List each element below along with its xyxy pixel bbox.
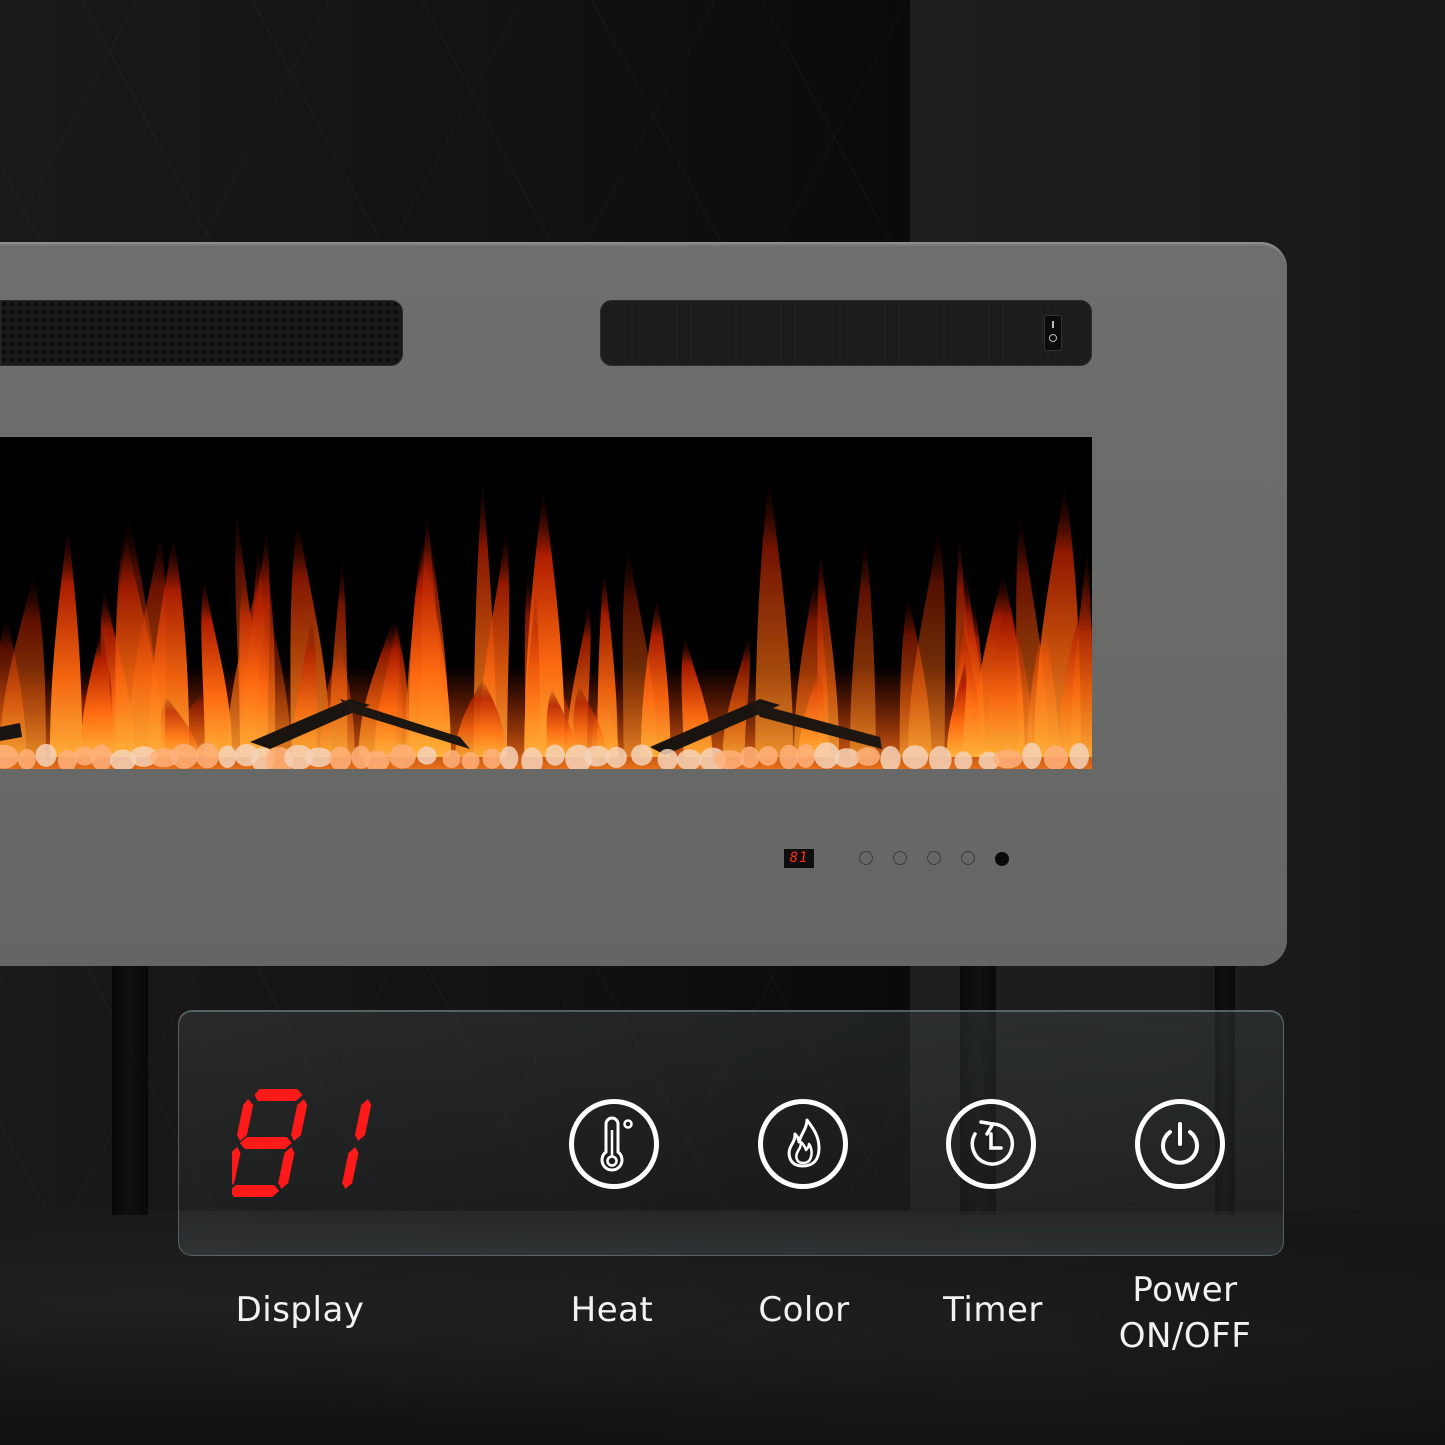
white-stone <box>993 749 1023 769</box>
segment-d <box>232 1185 280 1197</box>
segment-c <box>278 1147 295 1189</box>
white-stone <box>856 747 881 766</box>
flame-illustration <box>0 475 1092 769</box>
white-stone <box>35 743 57 767</box>
mini-timer-button[interactable] <box>927 851 941 865</box>
white-stone <box>1022 742 1042 769</box>
color-button[interactable] <box>758 1099 848 1189</box>
white-stone <box>417 746 437 765</box>
white-stone <box>442 749 461 769</box>
flame <box>201 575 233 757</box>
heat-button[interactable] <box>569 1099 659 1189</box>
white-stone <box>218 745 237 768</box>
segment-a <box>254 1089 303 1101</box>
white-stone <box>499 746 519 769</box>
white-stone <box>834 748 860 768</box>
rocker-power-switch[interactable] <box>1045 316 1061 350</box>
seven-segment-display <box>232 1089 372 1197</box>
flame <box>849 534 876 757</box>
white-stone <box>630 744 653 766</box>
mini-power-button[interactable] <box>961 851 975 865</box>
white-stone <box>545 744 565 766</box>
switch-off-mark <box>1049 334 1057 342</box>
mini-heat-button[interactable] <box>859 851 873 865</box>
flame <box>329 555 348 757</box>
segment-b2 <box>354 1099 372 1141</box>
white-stone <box>605 746 627 768</box>
mini-led-display: 81 <box>784 849 814 868</box>
white-stone <box>389 744 416 769</box>
power-button[interactable] <box>1135 1099 1225 1189</box>
white-stone <box>170 743 198 769</box>
heater-vent <box>600 300 1092 366</box>
heat-label: Heat <box>570 1290 654 1330</box>
flame <box>49 526 83 757</box>
flames-group <box>0 475 1092 757</box>
segment-b <box>290 1099 308 1141</box>
white-stone <box>195 742 220 769</box>
white-stone <box>796 744 816 768</box>
white-stone <box>305 747 333 768</box>
white-stone <box>17 749 36 769</box>
power-label-line2: ON/OFF <box>1118 1316 1252 1356</box>
white-stone <box>902 745 929 769</box>
white-stone <box>758 746 778 766</box>
power-label: Power ON/OFF <box>1095 1267 1275 1359</box>
flame-icon <box>787 1118 821 1168</box>
white-stone <box>482 748 502 769</box>
segment-c2 <box>342 1147 359 1189</box>
white-stone <box>1069 742 1090 769</box>
firebox-flames <box>0 437 1092 769</box>
segment-f <box>236 1099 254 1141</box>
switch-on-mark <box>1052 321 1054 328</box>
timer-clock-icon <box>970 1120 1015 1166</box>
white-stone <box>739 746 760 769</box>
flame <box>227 552 276 757</box>
white-stone <box>779 744 799 769</box>
color-label: Color <box>758 1290 850 1330</box>
display-label: Display <box>235 1290 365 1330</box>
thermometer-icon <box>600 1116 633 1172</box>
segment-g <box>239 1137 292 1149</box>
ir-receiver-sensor <box>995 852 1009 866</box>
timer-label: Timer <box>943 1290 1043 1330</box>
mini-color-button[interactable] <box>893 851 907 865</box>
timer-button[interactable] <box>946 1099 1036 1189</box>
power-icon <box>1161 1122 1199 1165</box>
furniture-leg <box>112 965 148 1215</box>
speaker-grille <box>0 300 403 366</box>
segment-e <box>232 1147 241 1189</box>
power-label-line1: Power <box>1132 1270 1238 1310</box>
white-stone <box>714 750 745 769</box>
